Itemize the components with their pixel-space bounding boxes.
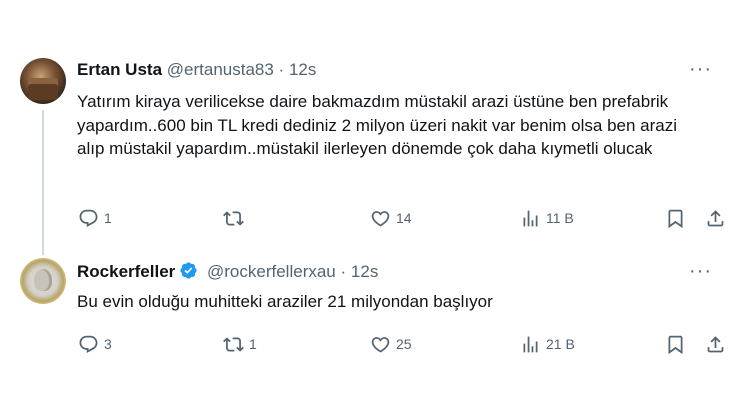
tweet[interactable]: Rockerfeller @rockerfellerxau · 12s ··· … bbox=[0, 250, 730, 370]
tweet-text: Bu evin olduğu muhitteki araziler 21 mil… bbox=[77, 292, 493, 311]
timestamp[interactable]: 12s bbox=[289, 60, 316, 79]
views-count: 21 B bbox=[546, 336, 575, 352]
views-button[interactable]: 11 B bbox=[520, 206, 574, 230]
bookmark-button[interactable] bbox=[665, 206, 686, 230]
tweet-header: Ertan Usta @ertanusta83 · 12s bbox=[77, 59, 316, 81]
retweet-button[interactable] bbox=[223, 206, 249, 230]
tweet[interactable]: Ertan Usta @ertanusta83 · 12s ··· Yatırı… bbox=[0, 48, 730, 255]
retweet-count: 1 bbox=[249, 336, 257, 352]
like-count: 14 bbox=[396, 210, 412, 226]
retweet-icon bbox=[223, 336, 244, 352]
share-icon bbox=[707, 209, 724, 226]
bookmark-icon bbox=[668, 335, 683, 354]
tweet-actions: 1 14 11 B bbox=[0, 206, 730, 230]
reply-button[interactable]: 1 bbox=[78, 206, 112, 230]
share-button[interactable] bbox=[705, 332, 726, 356]
reply-icon bbox=[79, 209, 98, 227]
display-name[interactable]: Ertan Usta bbox=[77, 60, 162, 79]
user-handle[interactable]: @rockerfellerxau bbox=[207, 262, 336, 281]
tweet-actions: 3 1 25 21 B bbox=[0, 332, 730, 356]
tweet-text: Yatırım kiraya verilicekse daire bakmazd… bbox=[77, 92, 678, 158]
timestamp[interactable]: 12s bbox=[351, 262, 378, 281]
thread-line bbox=[42, 110, 44, 255]
share-icon bbox=[707, 335, 724, 352]
bookmark-button[interactable] bbox=[665, 332, 686, 356]
share-button[interactable] bbox=[705, 206, 726, 230]
views-icon bbox=[523, 210, 538, 226]
heart-icon bbox=[371, 210, 390, 227]
separator-dot: · bbox=[340, 262, 347, 281]
reply-count: 1 bbox=[104, 210, 112, 226]
tweet-header: Rockerfeller @rockerfellerxau · 12s bbox=[77, 261, 378, 283]
avatar[interactable] bbox=[20, 258, 66, 304]
reply-icon bbox=[79, 335, 98, 353]
views-icon bbox=[523, 336, 538, 352]
retweet-icon bbox=[223, 210, 244, 226]
retweet-button[interactable]: 1 bbox=[223, 332, 257, 356]
views-button[interactable]: 21 B bbox=[520, 332, 575, 356]
verified-badge-icon bbox=[180, 262, 197, 279]
reply-button[interactable]: 3 bbox=[78, 332, 112, 356]
like-button[interactable]: 14 bbox=[370, 206, 412, 230]
more-options-icon[interactable]: ··· bbox=[689, 260, 712, 283]
reply-count: 3 bbox=[104, 336, 112, 352]
heart-icon bbox=[371, 336, 390, 353]
display-name[interactable]: Rockerfeller bbox=[77, 262, 175, 281]
views-count: 11 B bbox=[546, 210, 574, 226]
bookmark-icon bbox=[668, 209, 683, 228]
avatar[interactable] bbox=[20, 58, 66, 104]
like-button[interactable]: 25 bbox=[370, 332, 412, 356]
separator-dot: · bbox=[278, 60, 285, 79]
more-options-icon[interactable]: ··· bbox=[689, 58, 712, 81]
user-handle[interactable]: @ertanusta83 bbox=[167, 60, 274, 79]
like-count: 25 bbox=[396, 336, 412, 352]
